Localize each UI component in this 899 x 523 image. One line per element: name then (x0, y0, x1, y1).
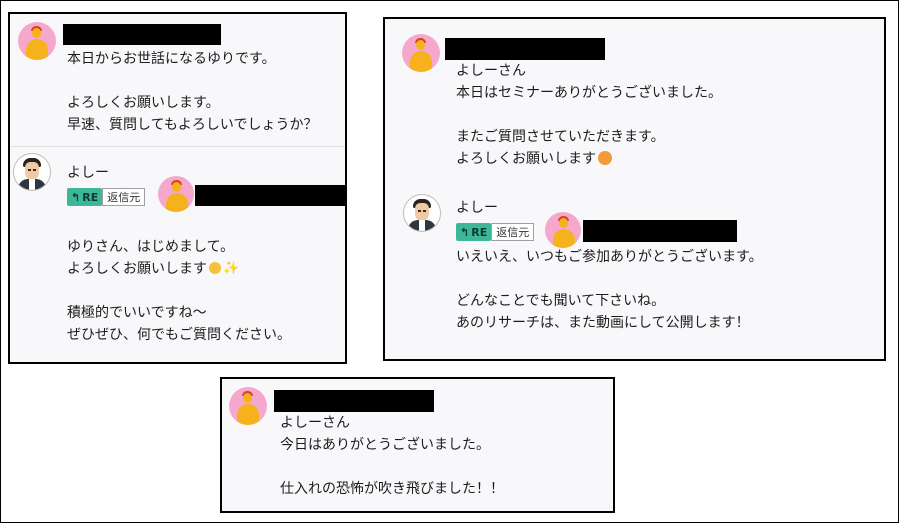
reply-indicator: ↰ RE 返信元 (67, 188, 146, 206)
avatar-yuri[interactable] (18, 22, 56, 60)
avatar-yuri[interactable] (229, 387, 267, 425)
reply-indicator: ↰ RE 返信元 (456, 223, 535, 241)
avatar-face (25, 162, 39, 180)
message-line: 本日はセミナーありがとうございました。 (456, 85, 722, 101)
message-line: あのリサーチは、また動画にして公開します！ (456, 315, 750, 331)
avatar-eye (418, 210, 421, 212)
message-line (67, 70, 317, 92)
smile-emoji-icon (209, 262, 221, 274)
message-text-yoshi-2: いえいえ、いつもご参加ありがとうございます。 どんなことでも聞いて下さいね。あのリ… (456, 246, 763, 334)
avatar-body (166, 193, 188, 212)
chat-panel-1: 本日からお世話になるゆりです。 よろしくお願いします。早速、質問してもよろしいでし… (8, 12, 347, 364)
message-line: 積極的でいいですね〜 (67, 305, 207, 321)
avatar-eye (28, 169, 31, 171)
avatar-yoshi[interactable] (403, 194, 441, 232)
avatar-head (243, 393, 252, 403)
message-line: どんなことでも聞いて下さいね。 (456, 293, 666, 309)
avatar-body (237, 404, 259, 425)
avatar-head (559, 218, 568, 228)
message-line: 今日はありがとうございました。 (280, 437, 490, 453)
reply-arrow-icon: ↰ (460, 225, 470, 239)
message-line: よしーさん (280, 415, 350, 431)
message-line (280, 456, 504, 478)
avatar-body (410, 51, 432, 72)
chat-panel-3: よしーさん今日はありがとうございました。 仕入れの恐怖が吹き飛びました！！ (220, 377, 615, 513)
message-line: よしーさん (456, 63, 526, 79)
avatar-face (415, 203, 429, 221)
redacted-username (445, 38, 605, 60)
post-divider (10, 146, 345, 147)
message-line (456, 268, 763, 290)
avatar-yoshi[interactable] (13, 153, 51, 191)
reply-source-link[interactable]: 返信元 (491, 223, 535, 241)
message-text-yoshi-1: ゆりさん、はじめまして。 よろしくお願いします ✨ 積極的でいいですね〜ぜひぜひ、何で… (67, 236, 291, 346)
redacted-username (583, 220, 737, 242)
message-line (67, 280, 291, 302)
message-line: ぜひぜひ、何でもご質問ください。 (67, 327, 291, 343)
message-line: 本日からお世話になるゆりです。 (67, 51, 276, 67)
avatar-head (416, 40, 425, 50)
message-line: いえいえ、いつもご参加ありがとうございます。 (456, 249, 763, 265)
message-line: よろしくお願いします (67, 261, 207, 277)
avatar-yuri[interactable] (158, 176, 194, 212)
reply-source-link[interactable]: 返信元 (102, 188, 146, 206)
message-text-yuri-2: よしーさん本日はセミナーありがとうございました。 またご質問させていただきます。よ… (456, 60, 722, 170)
redacted-username (195, 185, 347, 206)
re-badge-label: RE (471, 225, 488, 239)
message-text-yuri-3: よしーさん今日はありがとうございました。 仕入れの恐怖が吹き飛びました！！ (280, 412, 504, 500)
message-line: よろしくお願いします。 (67, 95, 220, 111)
sender-name[interactable]: よしー (456, 199, 498, 217)
message-line-with-emoji: よろしくお願いします (456, 148, 722, 170)
avatar-head (172, 182, 181, 192)
redacted-username (274, 390, 434, 412)
re-badge[interactable]: ↰ RE (67, 188, 103, 206)
message-line: 仕入れの恐怖が吹き飛びました！！ (280, 481, 504, 497)
message-line: またご質問させていただきます。 (456, 129, 665, 145)
avatar-head (32, 28, 41, 38)
chat-panel-2: よしーさん本日はセミナーありがとうございました。 またご質問させていただきます。よ… (383, 17, 886, 361)
message-line: ゆりさん、はじめまして。 (67, 239, 235, 255)
message-line-with-emoji: よろしくお願いします ✨ (67, 258, 291, 280)
message-line: よろしくお願いします (456, 151, 596, 167)
redacted-username (63, 24, 221, 45)
message-line: 早速、質問してもよろしいでしょうか？ (67, 117, 318, 133)
sender-name[interactable]: よしー (67, 164, 109, 182)
sparkles-emoji-icon: ✨ (223, 261, 240, 276)
message-text-yuri-1: 本日からお世話になるゆりです。 よろしくお願いします。早速、質問してもよろしいでし… (67, 48, 317, 136)
avatar-eye (423, 210, 426, 212)
avatar-body (26, 39, 48, 60)
smiling-face-with-hearts-emoji-icon (598, 151, 612, 165)
avatar-shirt (29, 179, 35, 190)
avatar-yuri[interactable] (402, 34, 440, 72)
re-badge-label: RE (82, 190, 99, 204)
avatar-shirt (419, 220, 425, 231)
avatar-yuri[interactable] (545, 212, 581, 248)
re-badge[interactable]: ↰ RE (456, 223, 492, 241)
reply-arrow-icon: ↰ (71, 190, 81, 204)
message-line (456, 104, 722, 126)
avatar-eye (33, 169, 36, 171)
